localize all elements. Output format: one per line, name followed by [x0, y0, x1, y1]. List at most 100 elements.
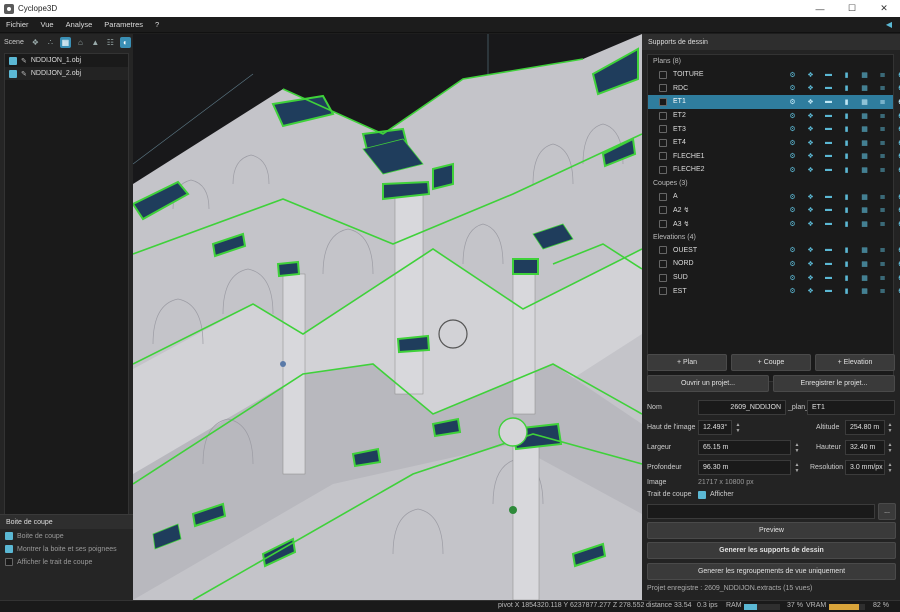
tree-icon[interactable]: ≣ [878, 71, 887, 79]
tree-icon[interactable]: ≣ [878, 260, 887, 268]
tree-icon[interactable]: ≣ [878, 274, 887, 282]
points-icon[interactable]: ∴ [45, 37, 56, 48]
render-icon[interactable]: ❖ [806, 84, 815, 92]
maximize-button[interactable]: ☐ [836, 0, 868, 17]
output-path-field[interactable] [647, 504, 875, 519]
edit-icon[interactable]: ✎ [21, 57, 27, 65]
haut-stepper[interactable]: ▲ ▼ [734, 420, 742, 435]
book-icon[interactable]: ▦ [860, 246, 869, 254]
visibility-checkbox[interactable] [9, 56, 17, 65]
view-icon[interactable]: ▮ [842, 287, 851, 295]
list-item[interactable]: OUEST ⚙ ❖ ▬ ▮ ▦ ≣ ♞ [648, 244, 900, 258]
person-icon[interactable]: ♞ [896, 246, 900, 254]
resolution-stepper[interactable]: ▲ ▼ [886, 460, 894, 475]
view-icon[interactable]: ▮ [842, 152, 851, 160]
person-icon[interactable]: ♞ [896, 125, 900, 133]
book-icon[interactable]: ▦ [860, 206, 869, 214]
sun-icon[interactable]: ⚙ [788, 166, 797, 174]
ground-icon[interactable]: ▲ [90, 37, 101, 48]
book-icon[interactable]: ▦ [860, 125, 869, 133]
item-checkbox[interactable] [659, 111, 667, 120]
group-header[interactable]: Plans (8) [648, 55, 893, 68]
book-icon[interactable]: ▦ [860, 260, 869, 268]
show-cut-line-option[interactable]: Afficher le trait de coupe [0, 556, 133, 568]
altitude-field[interactable]: 254.80 m [845, 420, 885, 435]
largeur-stepper[interactable]: ▲ ▼ [793, 440, 801, 455]
book-icon[interactable]: ▦ [860, 274, 869, 282]
render-icon[interactable]: ❖ [806, 260, 815, 268]
pattern-icon[interactable]: ▬ [824, 84, 833, 92]
list-item[interactable]: NORD ⚙ ❖ ▬ ▮ ▦ ≣ ♞ [648, 257, 900, 271]
item-checkbox[interactable] [659, 152, 667, 161]
render-icon[interactable]: ❖ [806, 125, 815, 133]
item-checkbox[interactable] [659, 246, 667, 255]
plan-name-field[interactable]: ET1 [807, 400, 895, 415]
view-icon[interactable]: ▮ [842, 139, 851, 147]
list-item[interactable]: A ⚙ ❖ ▬ ▮ ▦ ≣ ♞ [648, 190, 900, 204]
render-icon[interactable]: ❖ [806, 220, 815, 228]
largeur-field[interactable]: 65.15 m [698, 440, 791, 455]
list-item[interactable]: FLECHE2 ⚙ ❖ ▬ ▮ ▦ ≣ ♞ [648, 163, 900, 177]
book-icon[interactable]: ▦ [860, 220, 869, 228]
tree-icon[interactable]: ≣ [878, 166, 887, 174]
sun-icon[interactable]: ⚙ [788, 152, 797, 160]
sun-icon[interactable]: ⚙ [788, 260, 797, 268]
option-checkbox[interactable] [5, 558, 13, 566]
list-item[interactable]: A2 ↯ ⚙ ❖ ▬ ▮ ▦ ≣ ♞ [648, 203, 900, 217]
shaded-icon[interactable]: ▦ [59, 37, 71, 48]
person-icon[interactable]: ♞ [896, 193, 900, 201]
render-icon[interactable]: ❖ [806, 112, 815, 120]
view-icon[interactable]: ▮ [842, 206, 851, 214]
list-item[interactable]: ✎ NDDIJON_2.obj [5, 67, 128, 80]
pattern-icon[interactable]: ▬ [824, 206, 833, 214]
sun-icon[interactable]: ⚙ [788, 84, 797, 92]
render-icon[interactable]: ❖ [806, 206, 815, 214]
pattern-icon[interactable]: ▬ [824, 71, 833, 79]
render-icon[interactable]: ❖ [806, 246, 815, 254]
view-icon[interactable]: ▮ [842, 125, 851, 133]
profondeur-field[interactable]: 96.30 m [698, 460, 791, 475]
minimize-button[interactable]: — [804, 0, 836, 17]
item-checkbox[interactable] [659, 192, 667, 201]
group-header[interactable]: Coupes (3) [648, 177, 893, 190]
sun-icon[interactable]: ⚙ [788, 98, 797, 106]
render-icon[interactable]: ❖ [806, 287, 815, 295]
list-item[interactable]: ET2 ⚙ ❖ ▬ ▮ ▦ ≣ ♞ [648, 109, 900, 123]
item-checkbox[interactable] [659, 219, 667, 228]
list-item[interactable]: EST ⚙ ❖ ▬ ▮ ▦ ≣ ♞ [648, 284, 900, 298]
nom-field[interactable]: 2609_NDDIJON [698, 400, 786, 415]
render-icon[interactable]: ❖ [806, 166, 815, 174]
view-icon[interactable]: ▮ [842, 193, 851, 201]
book-icon[interactable]: ▦ [860, 193, 869, 201]
tree-icon[interactable]: ≣ [878, 112, 887, 120]
tree-icon[interactable]: ≣ [878, 206, 887, 214]
grid-icon[interactable]: ☷ [105, 37, 116, 48]
view-icon[interactable]: ▮ [842, 112, 851, 120]
tree-icon[interactable]: ≣ [878, 220, 887, 228]
menu-parametres[interactable]: Parametres [98, 20, 149, 29]
pattern-icon[interactable]: ▬ [824, 125, 833, 133]
pattern-icon[interactable]: ▬ [824, 274, 833, 282]
add-coupe-button[interactable]: + Coupe [731, 354, 811, 371]
item-checkbox[interactable] [659, 206, 667, 215]
pattern-icon[interactable]: ▬ [824, 166, 833, 174]
sun-icon[interactable]: ⚙ [788, 125, 797, 133]
person-icon[interactable]: ♞ [896, 84, 900, 92]
book-icon[interactable]: ▦ [860, 71, 869, 79]
list-item[interactable]: FLECHE1 ⚙ ❖ ▬ ▮ ▦ ≣ ♞ [648, 150, 900, 164]
view-icon[interactable]: ▮ [842, 166, 851, 174]
book-icon[interactable]: ▦ [860, 98, 869, 106]
render-icon[interactable]: ❖ [806, 152, 815, 160]
sun-icon[interactable]: ⚙ [788, 139, 797, 147]
hauteur-stepper[interactable]: ▲ ▼ [886, 440, 894, 455]
group-header[interactable]: Elevations (4) [648, 231, 893, 244]
item-checkbox[interactable] [659, 84, 667, 93]
menu-analyse[interactable]: Analyse [60, 20, 99, 29]
show-handles-option[interactable]: Montrer la boite et ses poignees [0, 543, 133, 555]
book-icon[interactable]: ▦ [860, 152, 869, 160]
list-item[interactable]: TOITURE ⚙ ❖ ▬ ▮ ▦ ≣ ♞ [648, 68, 900, 82]
tree-icon[interactable]: ≣ [878, 287, 887, 295]
item-checkbox[interactable] [659, 259, 667, 268]
item-checkbox[interactable] [659, 125, 667, 134]
view-icon[interactable]: ▮ [842, 98, 851, 106]
